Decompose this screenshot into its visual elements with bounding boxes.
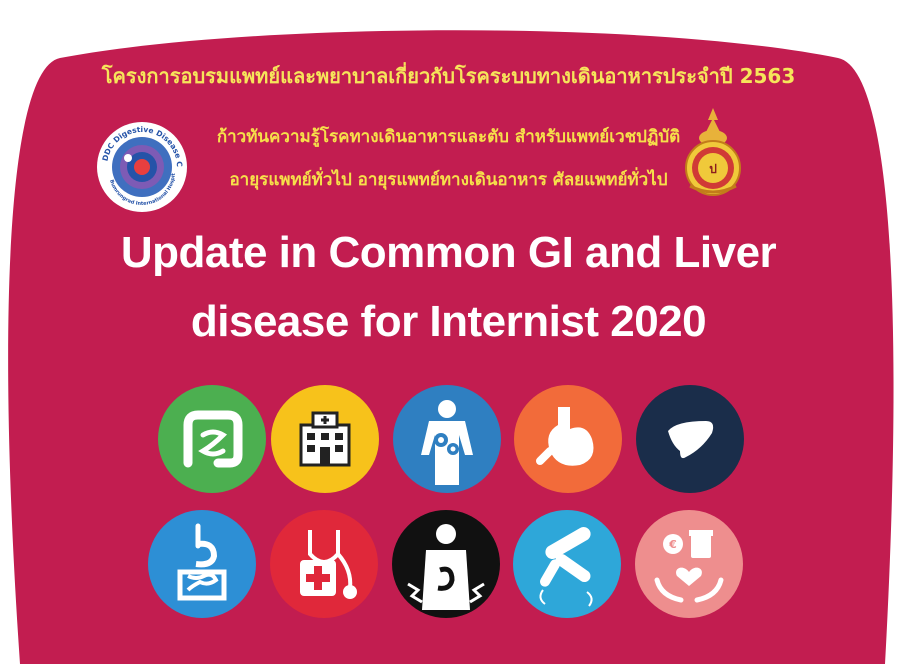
- abdominal-pain-icon: [392, 510, 500, 618]
- liver-icon: [636, 385, 744, 493]
- royal-college-emblem-logo: ป: [685, 108, 741, 196]
- poster: โครงการอบรมแพทย์และพยาบาลเกี่ยวกับโรคระบ…: [0, 0, 897, 664]
- digestive-system-icon: [148, 510, 256, 618]
- program-title-thai: โครงการอบรมแพทย์และพยาบาลเกี่ยวกับโรคระบ…: [101, 64, 796, 88]
- main-title-line-1: Update in Common GI and Liver: [120, 228, 777, 277]
- svg-text:ป: ป: [709, 162, 717, 176]
- intestine-icon: [158, 385, 266, 493]
- ddc-digestive-disease-center-logo: DDC Digestive Disease Center Bumrungrad …: [95, 120, 187, 212]
- hospital-icon: [271, 385, 379, 493]
- main-title-line-2: disease for Internist 2020: [190, 297, 707, 346]
- stomach-icon: [514, 385, 622, 493]
- medicine-care-icon: €: [635, 510, 743, 618]
- stethoscope-icon: [270, 510, 378, 618]
- bacteria-icon: [513, 510, 621, 618]
- svg-text:€: €: [668, 538, 677, 551]
- body-gears-icon: [393, 385, 501, 493]
